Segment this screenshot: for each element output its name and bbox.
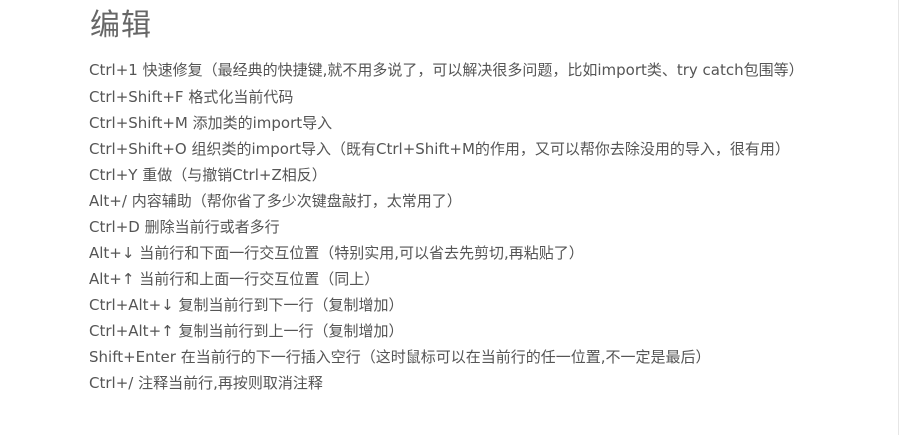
shortcut-line-toggle-comment: Ctrl+/ 注释当前行,再按则取消注释 [89, 374, 323, 392]
shortcut-line-add-import: Ctrl+Shift+M 添加类的import导入 [89, 114, 333, 132]
shortcut-line-copy-up: Ctrl+Alt+↑ 复制当前行到上一行（复制增加） [89, 322, 404, 340]
shortcut-line-move-down: Alt+↓ 当前行和下面一行交互位置（特别实用,可以省去先剪切,再粘贴了） [89, 244, 584, 262]
shortcut-line-copy-down: Ctrl+Alt+↓ 复制当前行到下一行（复制增加） [89, 296, 404, 314]
shortcut-line-format: Ctrl+Shift+F 格式化当前代码 [89, 88, 294, 106]
section-title: 编辑 [90, 8, 152, 43]
page-edge-divider [898, 0, 899, 435]
shortcut-list: Ctrl+1 快速修复（最经典的快捷键,就不用多说了，可以解决很多问题，比如im… [89, 57, 809, 396]
shortcut-line-organize-imports: Ctrl+Shift+O 组织类的import导入（既有Ctrl+Shift+M… [89, 140, 790, 158]
shortcut-line-delete-line: Ctrl+D 删除当前行或者多行 [89, 218, 280, 236]
shortcut-line-move-up: Alt+↑ 当前行和上面一行交互位置（同上） [89, 270, 380, 288]
shortcut-line-insert-line: Shift+Enter 在当前行的下一行插入空行（这时鼠标可以在当前行的任一位置… [89, 348, 711, 366]
shortcut-line-content-assist: Alt+/ 内容辅助（帮你省了多少次键盘敲打，太常用了） [89, 192, 462, 210]
shortcut-line-redo: Ctrl+Y 重做（与撤销Ctrl+Z相反） [89, 166, 327, 184]
shortcut-line-quick-fix: Ctrl+1 快速修复（最经典的快捷键,就不用多说了，可以解决很多问题，比如im… [89, 61, 804, 79]
document-page: 编辑 Ctrl+1 快速修复（最经典的快捷键,就不用多说了，可以解决很多问题，比… [0, 0, 901, 435]
